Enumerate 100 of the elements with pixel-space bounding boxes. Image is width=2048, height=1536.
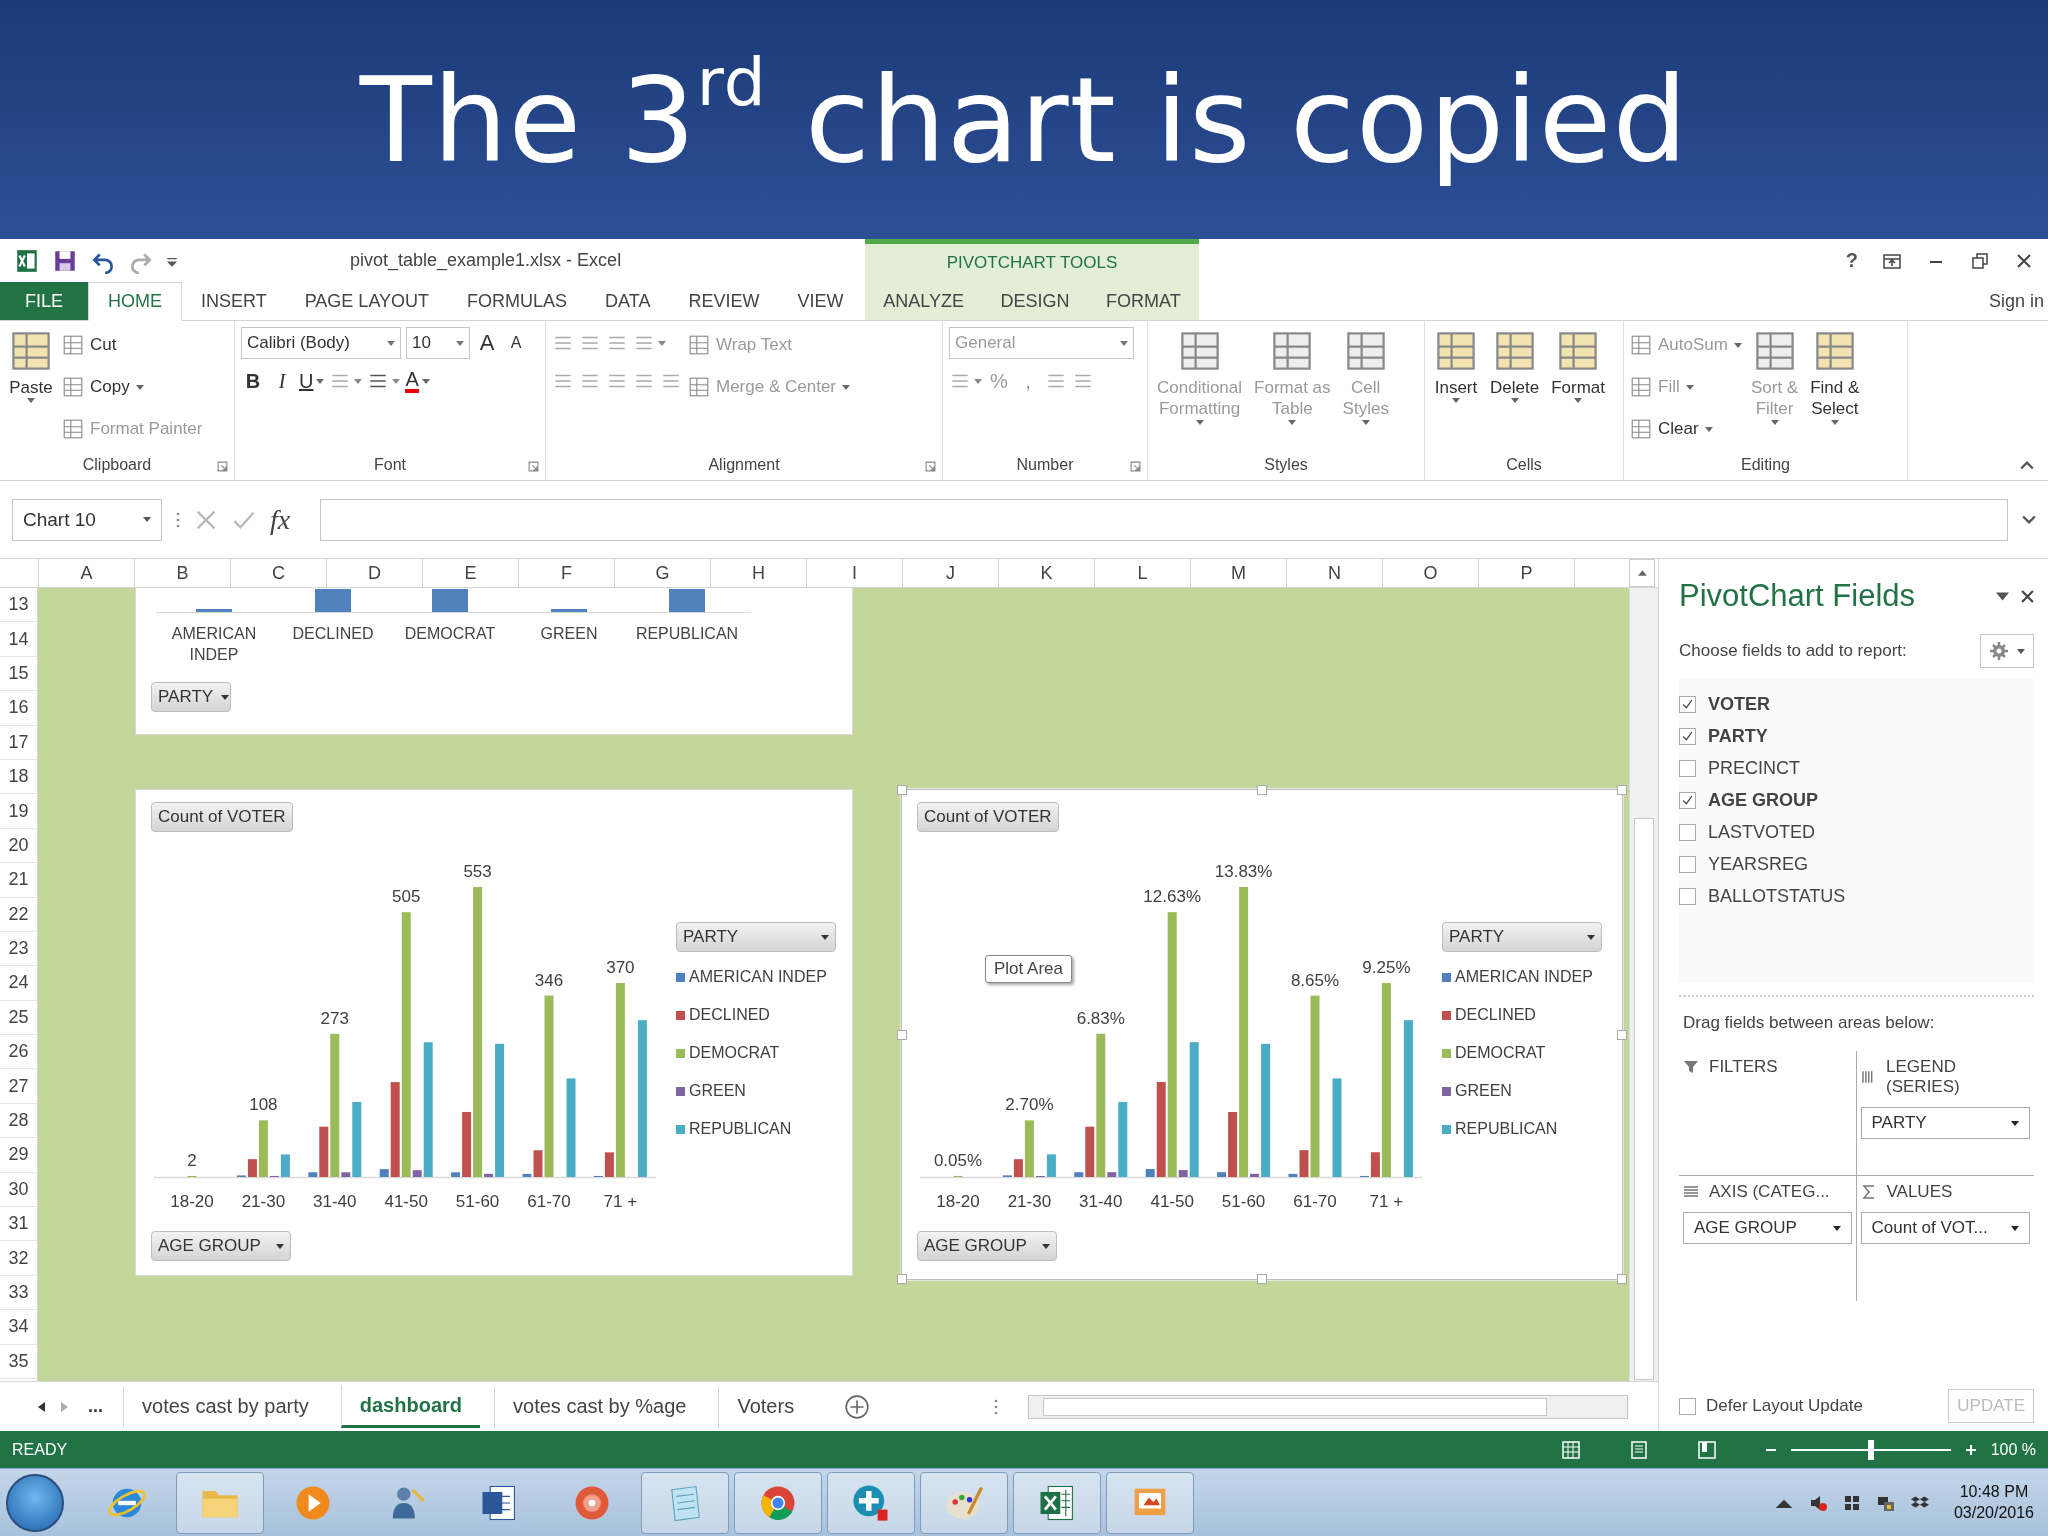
font-color-button[interactable]: A [405, 365, 430, 397]
horizontal-scrollbar[interactable] [1028, 1394, 1629, 1419]
taskbar-button[interactable] [1013, 1471, 1101, 1534]
next-sheet-icon[interactable] [60, 1401, 68, 1412]
column-header[interactable]: P [1479, 559, 1575, 587]
field-label[interactable]: PARTY [1708, 726, 1768, 747]
column-header[interactable]: I [807, 559, 903, 587]
row-header[interactable]: 29 [0, 1138, 37, 1173]
area-field[interactable]: Count of VOT... [1860, 1212, 2030, 1244]
column-header[interactable]: G [615, 559, 711, 587]
row-header[interactable]: 24 [0, 966, 37, 1001]
column-header[interactable]: L [1095, 559, 1191, 587]
zoom-level[interactable]: 100 % [1990, 1440, 2036, 1459]
launcher-icon[interactable] [925, 461, 936, 472]
settings-button[interactable] [1980, 634, 2034, 668]
field-button[interactable]: Count of VOTER [917, 802, 1059, 832]
italic-button[interactable]: I [270, 365, 294, 397]
checkbox[interactable] [1679, 888, 1696, 905]
field-label[interactable]: PRECINCT [1708, 758, 1800, 779]
ribbon-tab[interactable]: REVIEW [669, 282, 779, 320]
column-header[interactable]: J [903, 559, 999, 587]
more-sheets-button[interactable]: ... [82, 1396, 109, 1417]
row-header[interactable]: 20 [0, 828, 37, 864]
column-header[interactable]: H [711, 559, 807, 587]
ribbon-tab[interactable]: HOME [88, 282, 182, 321]
resize-handle[interactable] [1617, 1029, 1627, 1040]
column-header[interactable]: O [1383, 559, 1479, 587]
insert-function-button[interactable]: fx [270, 503, 306, 536]
resize-handle[interactable] [897, 785, 907, 795]
column-header[interactable]: F [519, 559, 615, 587]
row-header[interactable]: 28 [0, 1103, 37, 1139]
row-header[interactable]: 18 [0, 759, 37, 795]
row-header[interactable]: 27 [0, 1069, 37, 1104]
row-header[interactable]: 13 [0, 588, 37, 623]
ribbon-button[interactable]: Delete [1487, 327, 1543, 406]
underline-button[interactable]: U [299, 365, 325, 397]
area-field[interactable]: AGE GROUP [1683, 1212, 1852, 1244]
sign-in-link[interactable]: Sign in [1988, 290, 2044, 312]
add-sheet-icon[interactable] [844, 1393, 871, 1420]
row-header[interactable]: 33 [0, 1275, 37, 1311]
ribbon-button[interactable]: Cut [62, 327, 117, 363]
checkbox[interactable] [1679, 728, 1696, 745]
row-header[interactable]: 14 [0, 622, 37, 657]
scroll-up-icon[interactable] [1637, 570, 1647, 576]
row-header[interactable]: 22 [0, 897, 37, 932]
row-header[interactable]: 17 [0, 725, 37, 760]
field-button[interactable]: PARTY [151, 682, 231, 712]
name-box[interactable]: Chart 10 [12, 498, 162, 541]
field-button[interactable]: Count of VOTER [151, 802, 293, 832]
sheet-tab[interactable]: Voters [718, 1386, 813, 1427]
row-header[interactable]: 34 [0, 1310, 37, 1345]
page-view-icon[interactable] [1628, 1439, 1649, 1460]
ribbon-tab[interactable]: INSERT [182, 282, 286, 320]
launcher-icon[interactable] [1130, 461, 1141, 472]
ribbon-button[interactable]: Insert [1431, 327, 1481, 406]
resize-handle[interactable] [1617, 785, 1627, 795]
field-label[interactable]: VOTER [1708, 694, 1770, 715]
checkbox-label[interactable]: Defer Layout Update [1706, 1396, 1863, 1416]
ribbon-tab[interactable]: VIEW [778, 282, 863, 320]
ribbon-button[interactable]: Find & Select [1807, 327, 1863, 427]
page-break-icon[interactable] [1696, 1439, 1717, 1460]
checkbox[interactable] [1679, 824, 1696, 841]
checkbox[interactable] [1679, 856, 1696, 873]
launcher-icon[interactable] [217, 461, 228, 472]
column-header[interactable]: C [231, 559, 327, 587]
grid-view-icon[interactable] [1560, 1439, 1581, 1460]
resize-handle[interactable] [897, 1274, 907, 1284]
row-header[interactable]: 23 [0, 931, 37, 967]
chart-area[interactable]: AMERICAN INDEP DECLINED DEMOCRAT GREEN REPUBLICAN PARTY [135, 588, 853, 735]
column-header[interactable]: D [327, 559, 423, 587]
row-header[interactable]: 25 [0, 1000, 37, 1036]
checkbox[interactable] [1679, 1397, 1696, 1415]
field-label[interactable]: LASTVOTED [1708, 822, 1816, 843]
ribbon-tab[interactable]: PAGE LAYOUT [285, 282, 449, 320]
field-label[interactable]: BALLOTSTATUS [1708, 886, 1846, 907]
dropdown-field[interactable]: Calibri (Body) [241, 327, 401, 359]
help-button[interactable]: ? [1845, 249, 1858, 272]
ribbon-tab[interactable]: ANALYZE [873, 282, 974, 320]
resize-handle[interactable] [897, 1029, 907, 1040]
taskbar-button[interactable] [734, 1471, 822, 1534]
start-button[interactable] [6, 1473, 64, 1532]
ribbon-tab[interactable]: DESIGN [990, 282, 1080, 320]
field-button[interactable]: PARTY [676, 922, 836, 952]
ribbon-button[interactable]: Clear [1630, 411, 1713, 447]
row-header[interactable]: 16 [0, 691, 37, 726]
row-header[interactable]: 21 [0, 863, 37, 898]
vertical-scrollbar[interactable] [1629, 588, 1658, 1381]
field-label[interactable]: YEARSREG [1708, 854, 1809, 875]
row-header[interactable]: 19 [0, 794, 37, 829]
ribbon-button[interactable]: Paste [6, 327, 56, 406]
chart-area[interactable]: Count of VOTER 2 108 273 505 553 346 370 18-20 21-30 31-40 41-50 51-60 61-70 71 + PARTY AMERICAN INDEP DECLINED DEMOCRAT GREEN REPUBLICAN AGE GROUP [135, 789, 853, 1276]
column-header[interactable]: B [135, 559, 231, 587]
checkbox[interactable] [1679, 760, 1696, 777]
row-header[interactable]: 15 [0, 656, 37, 692]
dropdown-field[interactable]: 10 [406, 327, 470, 359]
ribbon-button[interactable]: Format [1548, 327, 1608, 406]
checkbox[interactable] [1679, 792, 1696, 809]
ribbon-tab[interactable]: FORMAT [1096, 282, 1191, 320]
row-header[interactable]: 31 [0, 1207, 37, 1242]
resize-handle[interactable] [1257, 785, 1267, 795]
